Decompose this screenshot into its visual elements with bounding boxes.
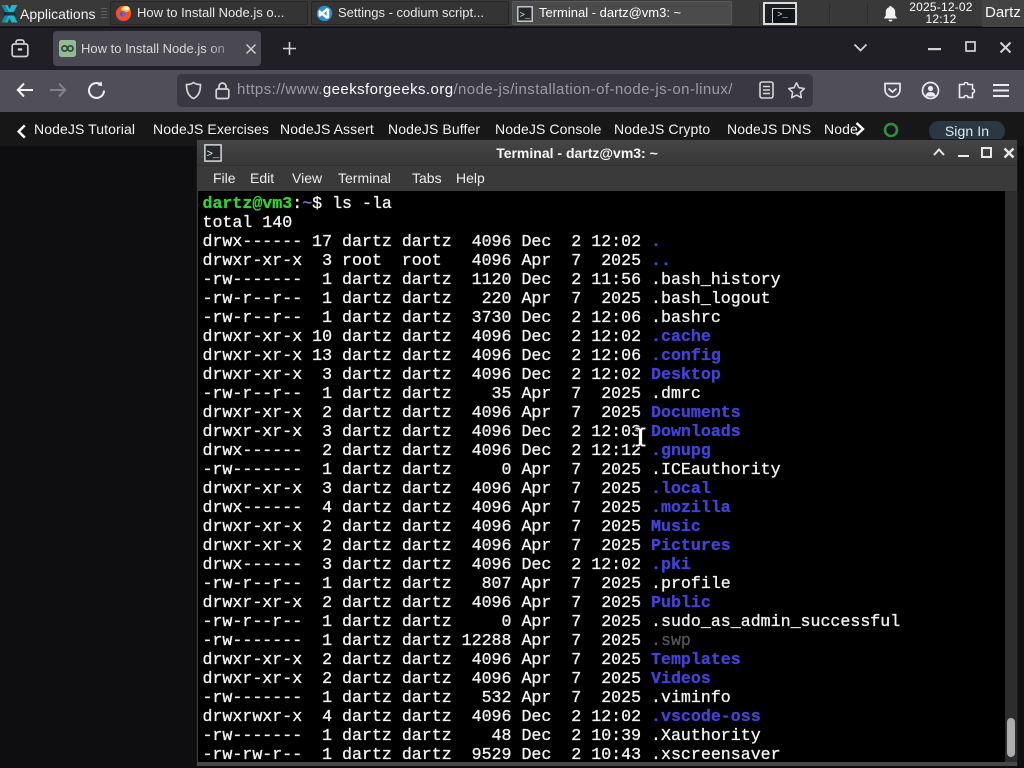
svg-text:>_: >_ [206,149,219,161]
svg-text:>_: >_ [520,11,531,21]
